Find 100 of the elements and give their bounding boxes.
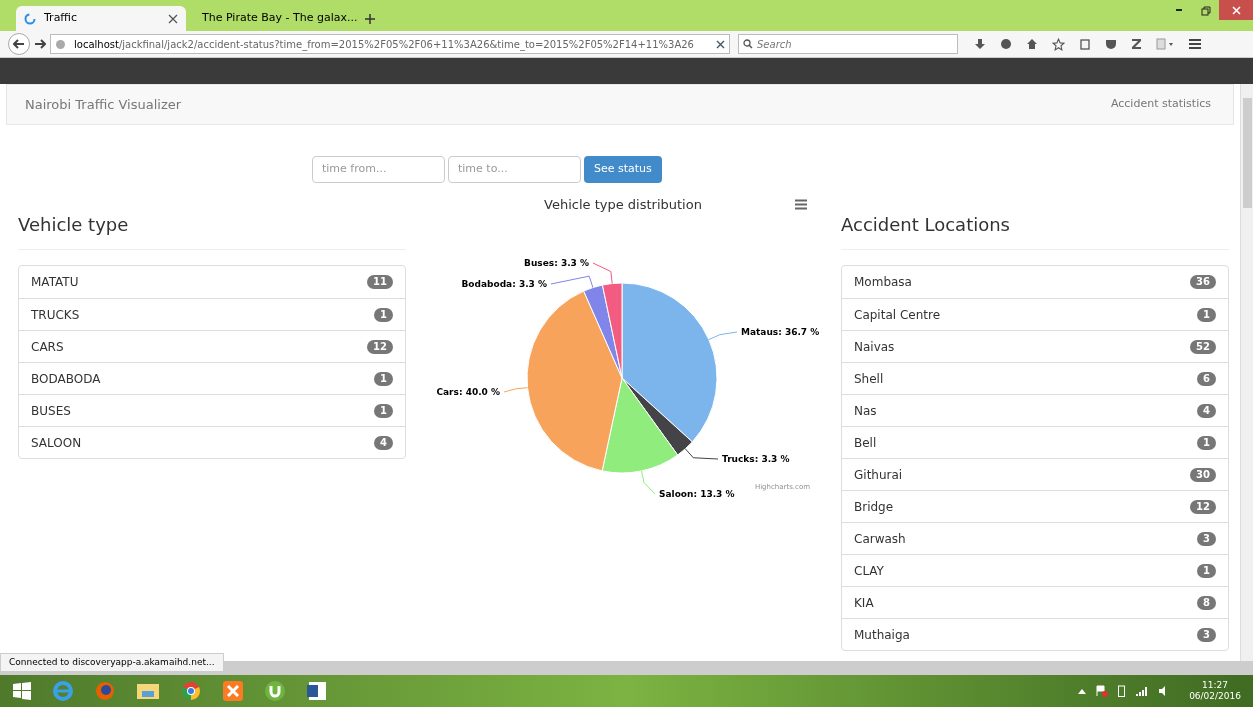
page-icon[interactable]	[1156, 38, 1174, 50]
list-item[interactable]: Nas 4	[842, 394, 1228, 426]
restore-icon[interactable]	[1201, 6, 1211, 16]
search-placeholder: Search	[757, 37, 792, 52]
list-item[interactable]: BODABODA 1	[19, 362, 405, 394]
count-badge: 30	[1190, 467, 1216, 482]
back-button[interactable]	[8, 33, 30, 55]
browser-tab[interactable]: The Pirate Bay - The galax...	[186, 6, 356, 31]
item-label: TRUCKS	[31, 306, 80, 324]
menu-icon[interactable]	[1188, 38, 1202, 50]
minimize-icon[interactable]	[1175, 8, 1185, 12]
browser-tab[interactable]: Traffic	[16, 6, 186, 31]
url-text: localhost/jackfinal/jack2/accident-status?time_from=2015%2F05%2F06+11%3A26&time_to=2015%2F05%2F14+11%3A26	[74, 37, 695, 52]
list-item[interactable]: SALOON 4	[19, 426, 405, 458]
item-label: Bell	[854, 434, 877, 452]
scrollbar-thumb[interactable]	[1242, 98, 1252, 208]
count-badge: 1	[1197, 563, 1216, 578]
count-badge: 4	[374, 435, 393, 450]
item-label: Naivas	[854, 338, 895, 356]
word-icon[interactable]	[306, 680, 328, 702]
utorrent-icon[interactable]	[264, 680, 286, 702]
leader-line	[684, 448, 719, 460]
list-item[interactable]: CLAY 1	[842, 554, 1228, 586]
close-icon[interactable]	[168, 13, 178, 24]
slice-label: Trucks: 3.3 %	[722, 454, 790, 464]
count-badge: 12	[367, 339, 393, 354]
item-label: Nas	[854, 402, 877, 420]
clear-icon[interactable]	[716, 39, 725, 49]
count-badge: 1	[374, 403, 393, 418]
signal-icon[interactable]	[1135, 685, 1149, 697]
item-label: Capital Centre	[854, 306, 940, 324]
list-item[interactable]: BUSES 1	[19, 394, 405, 426]
download-icon[interactable]	[974, 38, 986, 50]
leader-line	[641, 470, 656, 495]
item-label: CLAY	[854, 562, 884, 580]
slice-label: Mataus: 36.7 %	[741, 327, 820, 337]
status-tooltip: Connected to discoveryapp-a.akamaihd.net...	[0, 653, 224, 672]
section-heading: Vehicle type	[18, 211, 406, 250]
z-icon[interactable]	[1131, 38, 1142, 50]
close-icon	[1231, 5, 1241, 15]
chart-title: Vehicle type distribution	[544, 196, 702, 214]
list-item[interactable]: Shell 6	[842, 362, 1228, 394]
chrome-icon[interactable]	[180, 680, 202, 702]
pocket-icon[interactable]	[1105, 38, 1117, 50]
loading-icon	[24, 12, 36, 25]
item-label: Bridge	[854, 498, 894, 516]
list-item[interactable]: Carwash 3	[842, 522, 1228, 554]
clock-time[interactable]: 11:27	[1202, 680, 1229, 691]
item-label: Shell	[854, 370, 884, 388]
windows-icon[interactable]	[12, 681, 32, 701]
list-item[interactable]: Bridge 12	[842, 490, 1228, 522]
count-badge: 6	[1197, 371, 1216, 386]
list-item[interactable]: Naivas 52	[842, 330, 1228, 362]
item-label: KIA	[854, 594, 874, 612]
slice-label: Bodaboda: 3.3 %	[461, 279, 547, 289]
see-status-button[interactable]: See status	[584, 156, 662, 183]
count-badge: 36	[1190, 275, 1216, 289]
list-item[interactable]: KIA 8	[842, 586, 1228, 618]
list-item[interactable]: MATATU 11	[19, 266, 405, 298]
count-badge: 1	[1197, 435, 1216, 450]
count-badge: 1	[374, 307, 393, 322]
count-badge: 8	[1197, 595, 1216, 610]
clipboard-icon[interactable]	[1079, 38, 1091, 50]
item-label: Carwash	[854, 530, 906, 548]
leader-line	[708, 331, 738, 341]
forward-arrow-icon[interactable]	[34, 39, 46, 49]
nav-link[interactable]: Accident statistics	[1110, 96, 1211, 113]
list-item[interactable]: Mombasa 36	[842, 266, 1228, 298]
brand-title[interactable]: Nairobi Traffic Visualizer	[25, 94, 182, 115]
list-item[interactable]: Bell 1	[842, 426, 1228, 458]
list-item[interactable]: Capital Centre 1	[842, 298, 1228, 330]
chart-menu-icon[interactable]	[794, 199, 808, 210]
item-label: CARS	[31, 338, 64, 356]
star-icon[interactable]	[1052, 37, 1065, 51]
home-icon[interactable]	[1026, 38, 1038, 50]
count-badge: 3	[1197, 627, 1216, 642]
list-item[interactable]: Githurai 30	[842, 458, 1228, 490]
search-field[interactable]: Search	[738, 34, 958, 54]
tray-arrow-icon[interactable]	[1078, 688, 1087, 694]
count-badge: 11	[367, 275, 393, 289]
flag-icon[interactable]	[1096, 685, 1109, 697]
tab-title: The Pirate Bay - The galax...	[202, 10, 358, 27]
clock-date[interactable]: 06/02/2016	[1189, 691, 1241, 702]
slice-label: Buses: 3.3 %	[524, 258, 589, 268]
list-item[interactable]: TRUCKS 1	[19, 298, 405, 330]
item-label: Muthaiga	[854, 626, 910, 644]
address-field[interactable]: localhost/jackfinal/jack2/accident-status?time_from=2015%2F05%2F06+11%3A26&time_to=2015%2F05%2F14+11%3A26	[50, 34, 730, 54]
folder-icon[interactable]	[136, 681, 160, 701]
tab-title: Traffic	[44, 10, 79, 27]
search-icon	[743, 39, 753, 49]
item-label: BODABODA	[31, 370, 101, 388]
count-badge: 3	[1197, 531, 1216, 546]
new-tab-icon[interactable]	[364, 13, 376, 25]
list-item[interactable]: CARS 12	[19, 330, 405, 362]
count-badge: 52	[1190, 339, 1216, 354]
xampp-icon[interactable]	[222, 680, 244, 702]
close-window-button[interactable]	[1219, 0, 1253, 20]
list-item[interactable]: Muthaiga 3	[842, 618, 1228, 650]
battery-icon[interactable]	[1118, 685, 1126, 697]
vertical-scrollbar[interactable]	[1240, 84, 1253, 661]
